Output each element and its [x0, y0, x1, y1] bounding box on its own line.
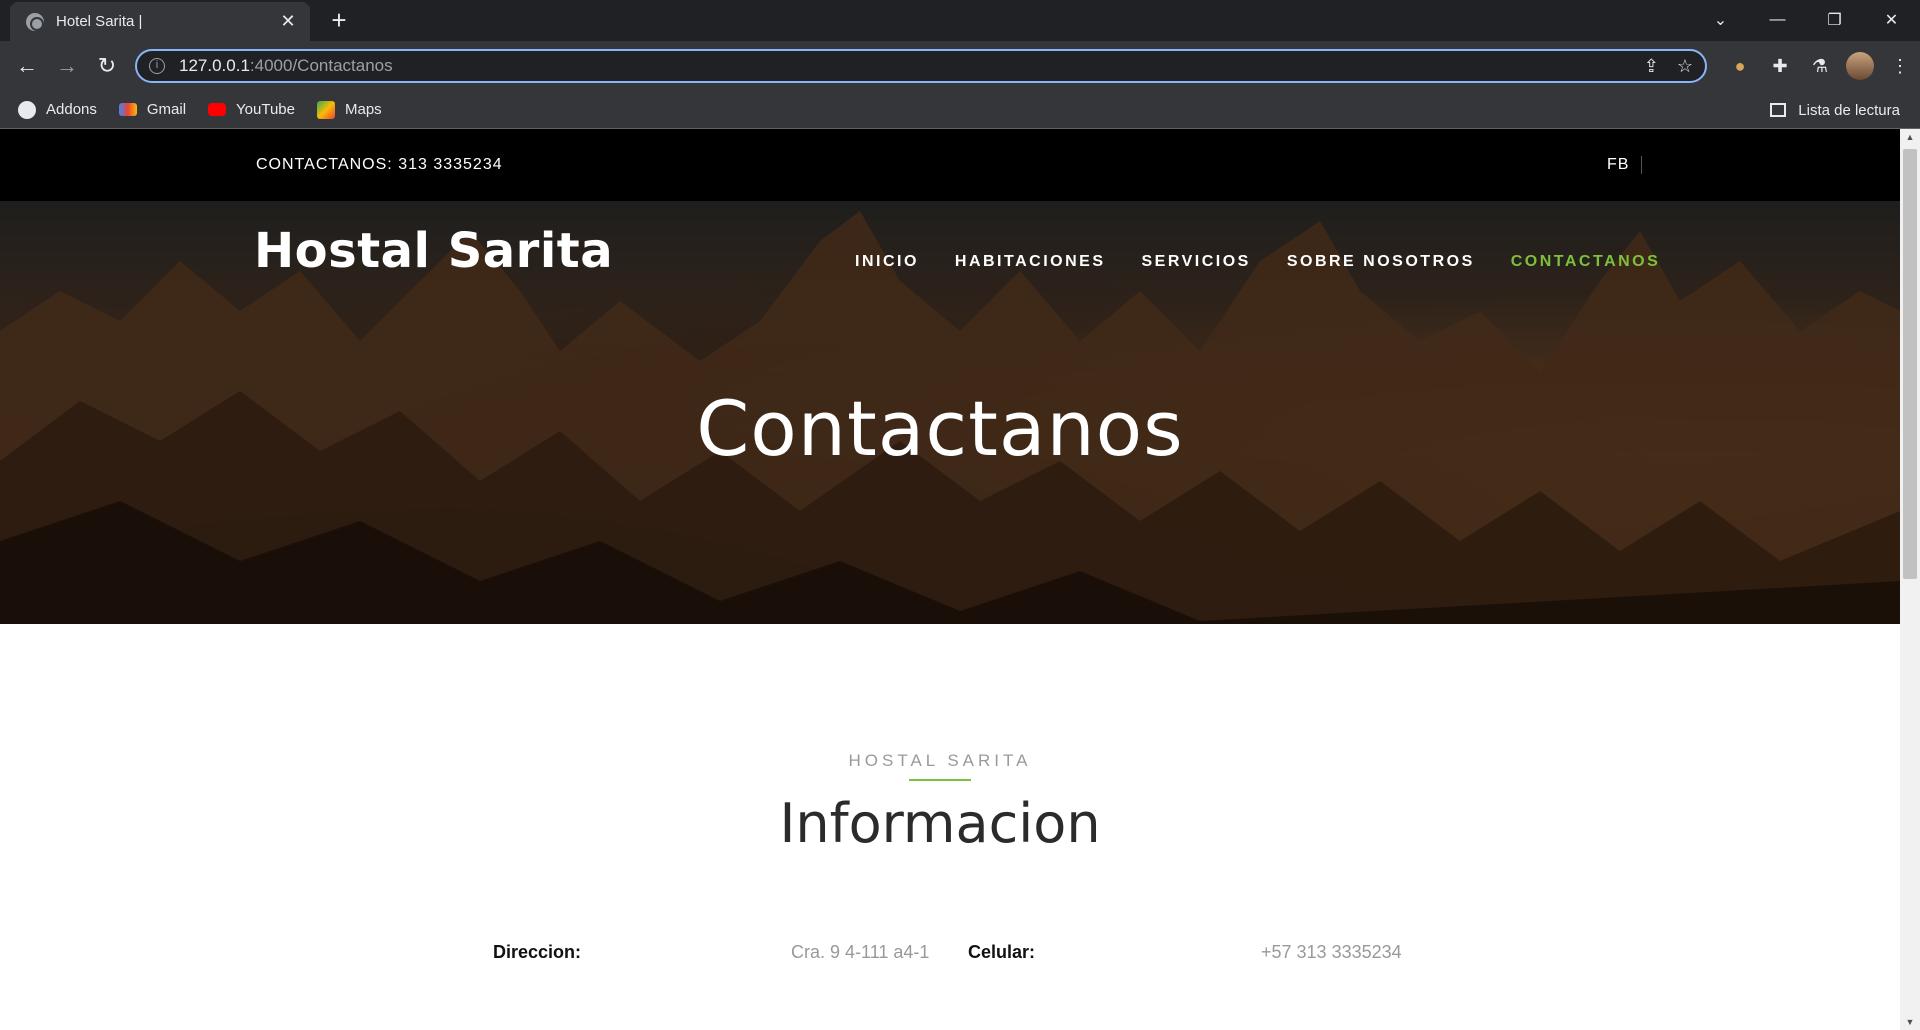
menu-kebab-icon[interactable]: ⋮ — [1880, 51, 1920, 81]
reading-list-icon — [1770, 103, 1787, 117]
top-contact-bar: CONTACTANOS: 313 3335234 FB — [0, 129, 1900, 201]
address-label: Direccion: — [493, 942, 582, 962]
phone-label: Celular: — [968, 942, 1036, 962]
tab-search-icon[interactable]: ⌄ — [1692, 0, 1749, 40]
page-scrollbar[interactable]: ▲ ▼ — [1900, 129, 1920, 1030]
bookmark-gmail[interactable]: Gmail — [118, 101, 187, 118]
section-title: Informacion — [779, 792, 1101, 855]
bookmark-youtube[interactable]: YouTube — [208, 101, 295, 118]
new-tab-button[interactable]: + — [325, 6, 353, 34]
scrollbar-thumb[interactable] — [1903, 149, 1917, 579]
bookmark-label: Maps — [345, 101, 382, 118]
maps-icon — [317, 100, 335, 119]
forward-icon[interactable]: → — [52, 51, 82, 81]
site-info-icon[interactable]: i — [149, 58, 165, 74]
globe-icon — [26, 12, 44, 31]
hero-title: Contactanos — [696, 384, 1184, 473]
browser-chrome: Hotel Sarita | ✕ + ⌄ — ❐ ✕ ← → ↻ i 127.0… — [0, 0, 1920, 129]
restore-icon[interactable]: ❐ — [1806, 0, 1863, 40]
bookmark-addons[interactable]: Addons — [18, 100, 97, 119]
close-tab-icon[interactable]: ✕ — [278, 11, 298, 32]
nav-inicio[interactable]: INICIO — [855, 253, 919, 271]
hero-banner: Hostal Sarita INICIO HABITACIONES SERVIC… — [0, 201, 1900, 624]
puzzle-extensions-icon[interactable]: ✚ — [1760, 51, 1800, 81]
bookmarks-bar: Addons Gmail YouTube Maps Lista de lectu… — [0, 91, 1920, 129]
scroll-up-icon[interactable]: ▲ — [1900, 129, 1920, 145]
phone-value: +57 313 3335234 — [1261, 942, 1402, 962]
main-navigation: INICIO HABITACIONES SERVICIOS SOBRE NOSO… — [855, 253, 1696, 271]
youtube-icon — [208, 103, 227, 116]
nav-sobre-nosotros[interactable]: SOBRE NOSOTROS — [1287, 253, 1475, 271]
bookmark-label: Addons — [46, 101, 97, 118]
bookmark-label: YouTube — [236, 101, 295, 118]
reading-list-button[interactable]: Lista de lectura — [1770, 91, 1900, 129]
facebook-link[interactable]: FB — [1607, 156, 1643, 174]
profile-avatar[interactable] — [1846, 52, 1874, 80]
close-window-icon[interactable]: ✕ — [1863, 0, 1920, 40]
address-value: Cra. 9 4-111 a4-1 — [791, 942, 930, 962]
minimize-icon[interactable]: — — [1749, 0, 1806, 40]
tab-title: Hotel Sarita | — [56, 13, 143, 30]
share-icon[interactable]: ⇪ — [1644, 56, 1659, 77]
window-controls: ⌄ — ❐ ✕ — [1692, 0, 1920, 40]
bookmark-star-icon[interactable]: ☆ — [1677, 56, 1693, 77]
accent-divider — [909, 779, 971, 781]
bookmark-label: Gmail — [146, 101, 187, 118]
page-viewport: CONTACTANOS: 313 3335234 FB Hostal Sarit… — [0, 129, 1900, 1030]
info-section: HOSTAL SARITA Informacion Direccion: Cra… — [0, 624, 1900, 1030]
browser-tab[interactable]: Hotel Sarita | ✕ — [10, 2, 310, 41]
url-path: :4000/Contactanos — [249, 56, 393, 75]
browser-toolbar: ← → ↻ i 127.0.0.1:4000/Contactanos ⇪ ☆ ●… — [0, 41, 1920, 91]
cookie-extension-icon[interactable]: ● — [1720, 51, 1760, 81]
site-logo[interactable]: Hostal Sarita — [254, 223, 613, 279]
url-host: 127.0.0.1 — [179, 56, 250, 75]
tab-strip: Hotel Sarita | ✕ + ⌄ — ❐ ✕ — [0, 0, 1920, 41]
extensions-area: ● ✚ ⚗ ⋮ — [1720, 51, 1920, 81]
bookmark-maps[interactable]: Maps — [317, 100, 382, 119]
gmail-icon — [118, 103, 137, 116]
address-bar[interactable]: i 127.0.0.1:4000/Contactanos ⇪ ☆ — [135, 49, 1707, 83]
reload-icon[interactable]: ↻ — [92, 51, 122, 81]
nav-contactanos[interactable]: CONTACTANOS — [1511, 253, 1661, 271]
section-subtitle: HOSTAL SARITA — [848, 751, 1032, 770]
scroll-down-icon[interactable]: ▼ — [1900, 1014, 1920, 1030]
labs-flask-icon[interactable]: ⚗ — [1800, 51, 1840, 81]
globe-icon — [18, 100, 36, 119]
back-icon[interactable]: ← — [12, 51, 42, 81]
nav-servicios[interactable]: SERVICIOS — [1141, 253, 1250, 271]
reading-list-label: Lista de lectura — [1798, 101, 1900, 119]
nav-habitaciones[interactable]: HABITACIONES — [955, 253, 1106, 271]
contact-phone: CONTACTANOS: 313 3335234 — [256, 156, 503, 173]
